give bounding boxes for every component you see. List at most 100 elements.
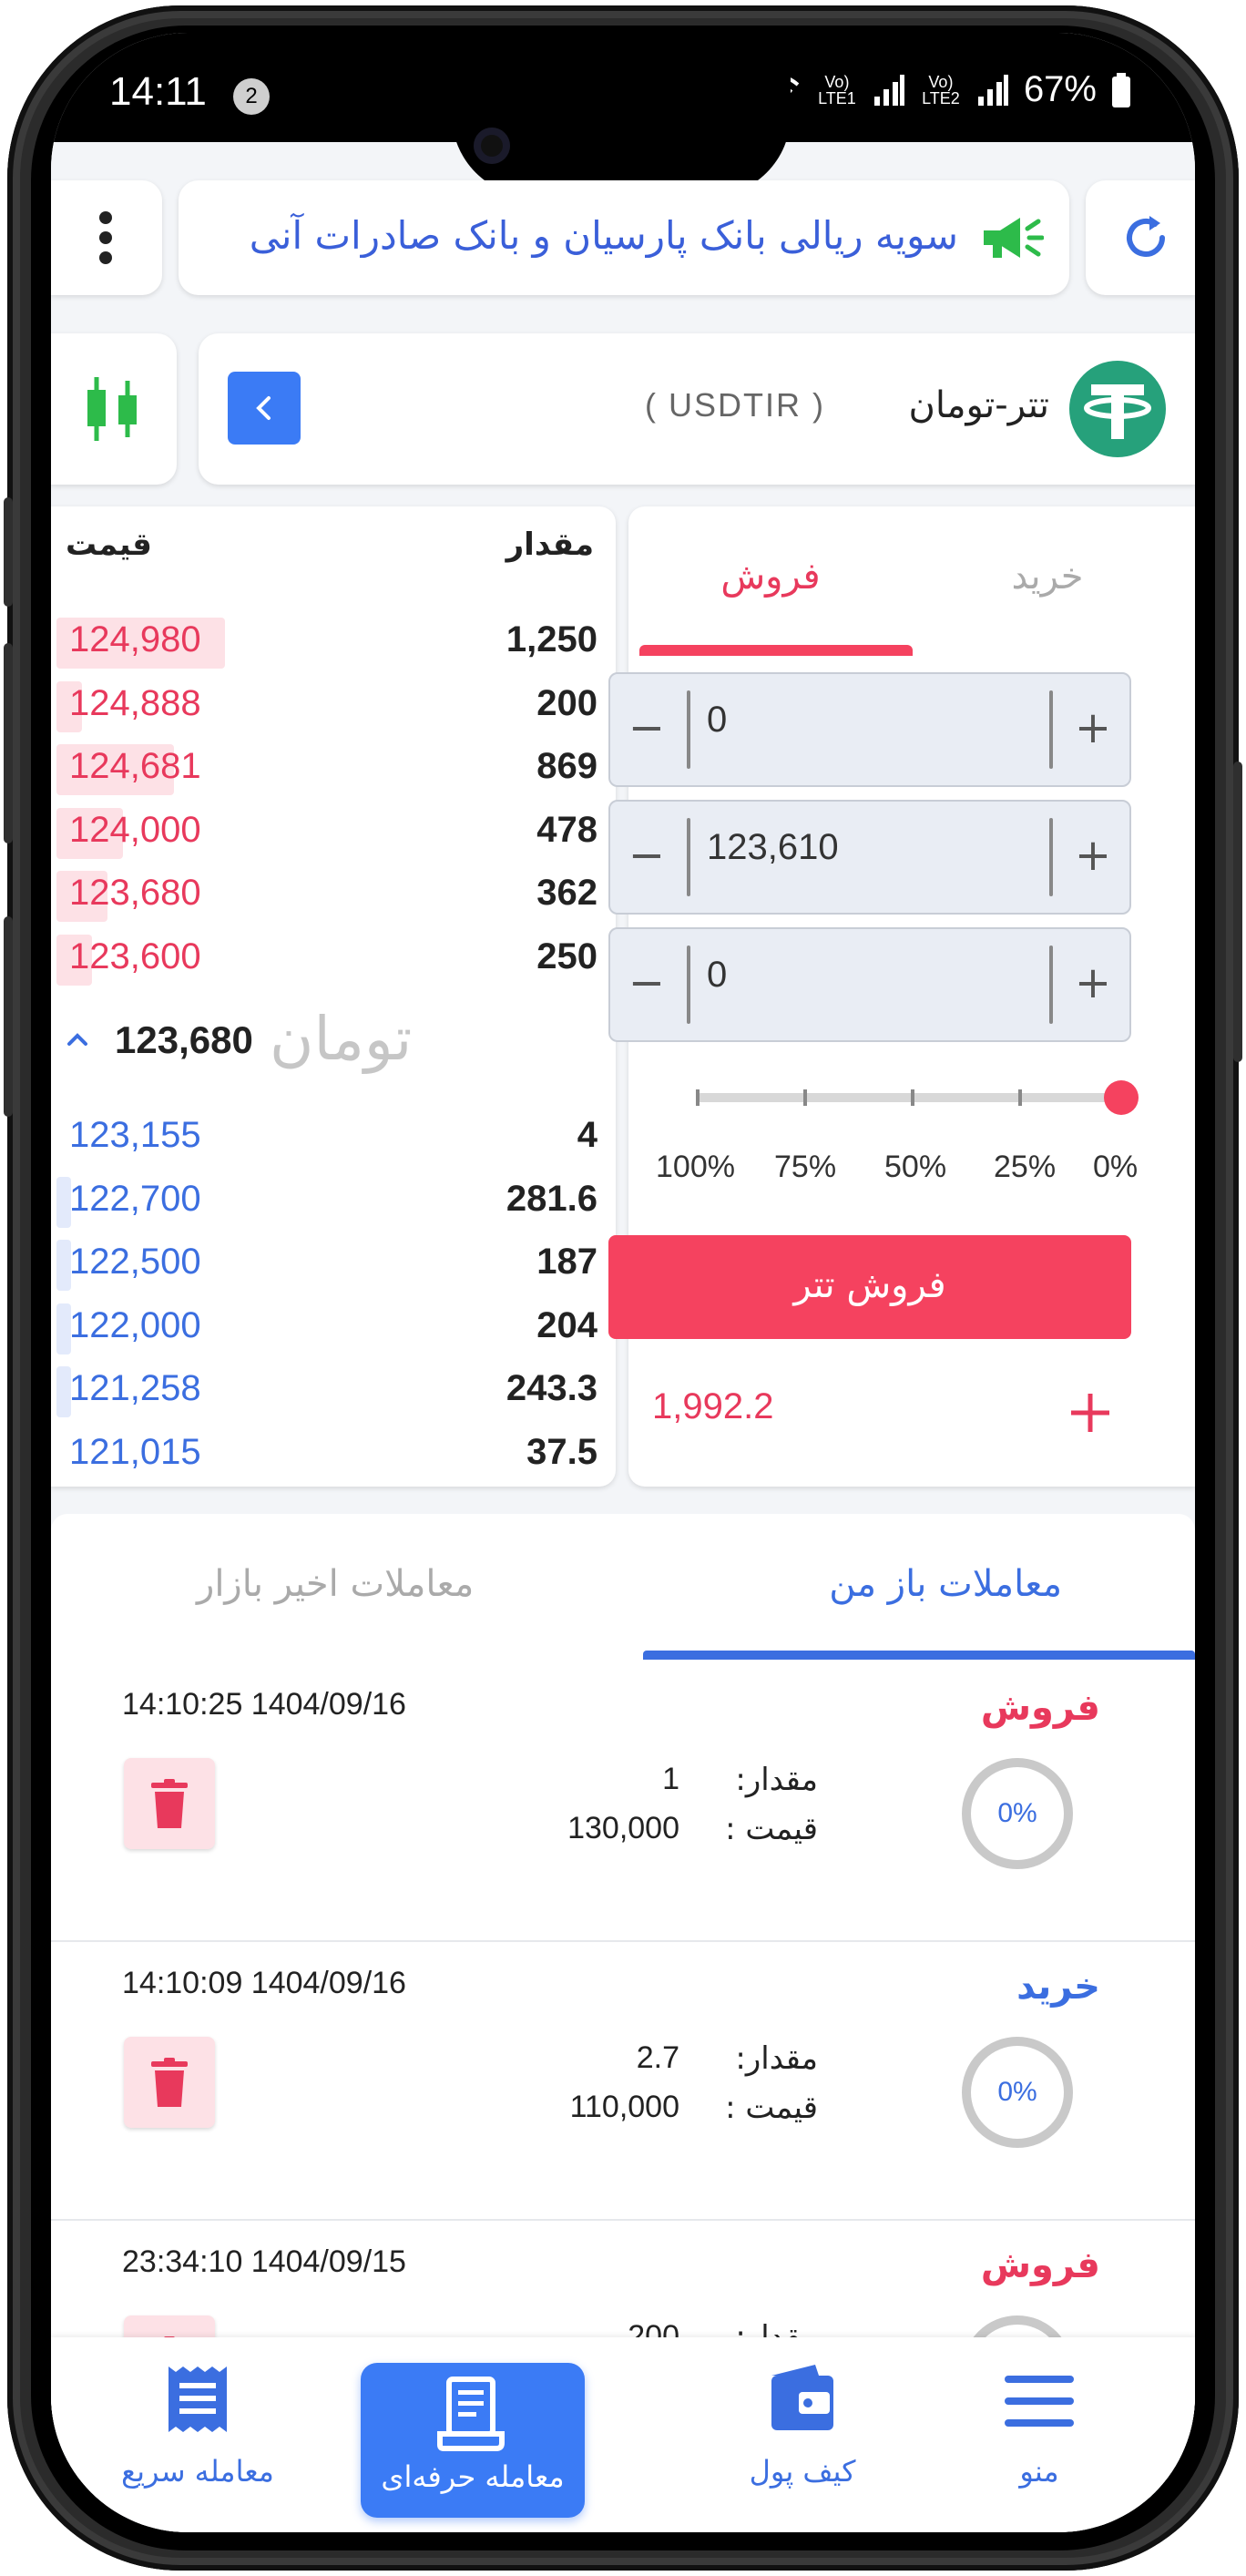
bid-price: 121,015: [69, 1431, 201, 1472]
stepper-divider: [1049, 946, 1053, 1024]
sell-submit-button[interactable]: فروش تتر: [608, 1235, 1131, 1339]
stepper-divider: [687, 690, 690, 769]
tab-sell[interactable]: فروش: [643, 556, 898, 598]
pair-name: تتر-تومان: [908, 384, 1050, 426]
slider-thumb[interactable]: [1104, 1080, 1139, 1115]
bottom-nav: معامله سریع معامله حرفه‌ای کیف پول: [51, 2337, 1195, 2532]
nav-menu-label: منو: [1019, 2454, 1059, 2489]
orderbook-amount-header: مقدار: [506, 526, 594, 563]
bid-amount: 37.5: [526, 1431, 597, 1472]
tab-buy[interactable]: خرید: [920, 556, 1175, 598]
sim2-label: Vo) LTE2: [922, 72, 960, 107]
amount-input[interactable]: 0: [707, 700, 727, 741]
ask-amount: 869: [536, 746, 597, 786]
chevron-up-icon: [67, 1033, 87, 1046]
ask-price: 124,000: [69, 809, 201, 850]
percent-slider[interactable]: [696, 1080, 1139, 1117]
chart-button[interactable]: [51, 333, 177, 485]
stepper-divider: [1049, 690, 1053, 769]
bid-amount: 243.3: [506, 1368, 597, 1408]
signal-icon: [873, 74, 904, 106]
more-vertical-icon: [99, 211, 112, 264]
tab-open-orders[interactable]: معاملات باز من: [829, 1563, 1062, 1605]
ask-row[interactable]: 124,980 1,250: [51, 614, 616, 669]
tether-logo-icon: [1069, 361, 1166, 457]
available-balance: 1,992.2: [652, 1386, 774, 1426]
last-price-row: 123,680 تومان: [51, 998, 616, 1089]
ask-amount: 250: [536, 935, 597, 976]
tab-open-orders-indicator: [643, 1651, 1195, 1660]
percent-label-25[interactable]: 25%: [994, 1150, 1056, 1185]
bid-row[interactable]: 122,700 281.6: [51, 1173, 616, 1228]
nav-wallet[interactable]: کیف پول: [689, 2337, 916, 2510]
trades-tabs: معاملات اخیر بازار معاملات باز من: [51, 1514, 1195, 1663]
order-amount: 2.7: [636, 2040, 679, 2075]
bid-row[interactable]: 122,500 187: [51, 1236, 616, 1291]
total-stepper[interactable]: − 0 +: [608, 927, 1131, 1042]
refresh-button[interactable]: [1086, 180, 1195, 295]
bid-row[interactable]: 121,258 243.3: [51, 1363, 616, 1417]
ask-row[interactable]: 123,680 362: [51, 867, 616, 922]
percent-label-100[interactable]: 100%: [656, 1150, 735, 1185]
percent-label-75[interactable]: 75%: [774, 1150, 836, 1185]
wallet-icon: [771, 2365, 833, 2430]
percent-label-0[interactable]: 0%: [1093, 1150, 1138, 1185]
order-side: فروش: [980, 1687, 1100, 1729]
bid-amount: 4: [577, 1115, 597, 1155]
cancel-order-button[interactable]: [124, 2037, 215, 2128]
announcement-bar[interactable]: سویه ریالی بانک پارسیان و بانک صادرات آن…: [179, 180, 1069, 295]
ask-row[interactable]: 124,888 200: [51, 678, 616, 732]
pair-selector[interactable]: ( USDTIR ) تتر-تومان: [199, 333, 1195, 485]
amount-stepper[interactable]: − 0 +: [608, 672, 1131, 787]
bid-price: 122,700: [69, 1178, 201, 1219]
bid-row[interactable]: 123,155 4: [51, 1109, 616, 1164]
ask-price: 124,980: [69, 619, 201, 659]
bid-price: 122,000: [69, 1304, 201, 1345]
total-decrease-button[interactable]: −: [610, 929, 683, 1040]
order-side: خرید: [1016, 1966, 1100, 2008]
total-increase-button[interactable]: +: [1057, 929, 1129, 1040]
volume-up-button: [4, 497, 13, 607]
ask-row[interactable]: 123,600 250: [51, 931, 616, 986]
bid-row[interactable]: 122,000 204: [51, 1300, 616, 1354]
amount-decrease-button[interactable]: −: [610, 674, 683, 785]
order-amount-label: مقدار:: [735, 2040, 818, 2077]
tab-recent-trades[interactable]: معاملات اخیر بازار: [197, 1563, 474, 1605]
pair-back-button[interactable]: [228, 372, 301, 445]
battery-percent: 67%: [1023, 69, 1097, 109]
front-camera: [474, 128, 510, 164]
stepper-divider: [687, 818, 690, 896]
ask-price: 124,681: [69, 746, 201, 786]
order-datetime: 14:10:09 1404/09/16: [122, 1966, 406, 2000]
currency-watermark: تومان: [270, 1004, 413, 1074]
bid-row[interactable]: 121,015 37.5: [51, 1426, 616, 1481]
silent-switch: [4, 916, 13, 1117]
price-decrease-button[interactable]: −: [610, 802, 683, 913]
nav-menu[interactable]: منو: [925, 2337, 1153, 2510]
nav-pro-trade[interactable]: معامله حرفه‌ای: [361, 2363, 585, 2518]
price-increase-button[interactable]: +: [1057, 802, 1129, 913]
last-price: 123,680: [115, 1018, 253, 1061]
bid-amount: 281.6: [506, 1178, 597, 1219]
document-icon: [437, 2377, 505, 2451]
tab-sell-indicator: [639, 645, 913, 656]
amount-increase-button[interactable]: +: [1057, 674, 1129, 785]
price-input[interactable]: 123,610: [707, 827, 839, 868]
add-funds-icon[interactable]: [1067, 1390, 1113, 1436]
ask-row[interactable]: 124,000 478: [51, 804, 616, 859]
ask-row[interactable]: 124,681 869: [51, 741, 616, 795]
nav-quick-trade[interactable]: معامله سریع: [84, 2337, 312, 2510]
price-stepper[interactable]: − 123,610 +: [608, 800, 1131, 915]
total-input[interactable]: 0: [707, 955, 727, 996]
percent-label-50[interactable]: 50%: [884, 1150, 946, 1185]
order-price-label: قیمت :: [725, 1811, 818, 1847]
order-amount: 1: [662, 1762, 679, 1796]
battery-icon: [1112, 72, 1130, 107]
order-fill-progress: 0%: [962, 1758, 1073, 1869]
more-menu-button[interactable]: [51, 180, 162, 295]
order-datetime: 23:34:10 1404/09/15: [122, 2244, 406, 2279]
open-order-item: 14:10:25 1404/09/16 فروش 0% مقدار: 1 قیمت : 13…: [51, 1663, 1195, 1942]
order-fill-progress: 0%: [962, 2037, 1073, 2148]
cancel-order-button[interactable]: [124, 1758, 215, 1849]
order-price: 110,000: [569, 2090, 679, 2124]
